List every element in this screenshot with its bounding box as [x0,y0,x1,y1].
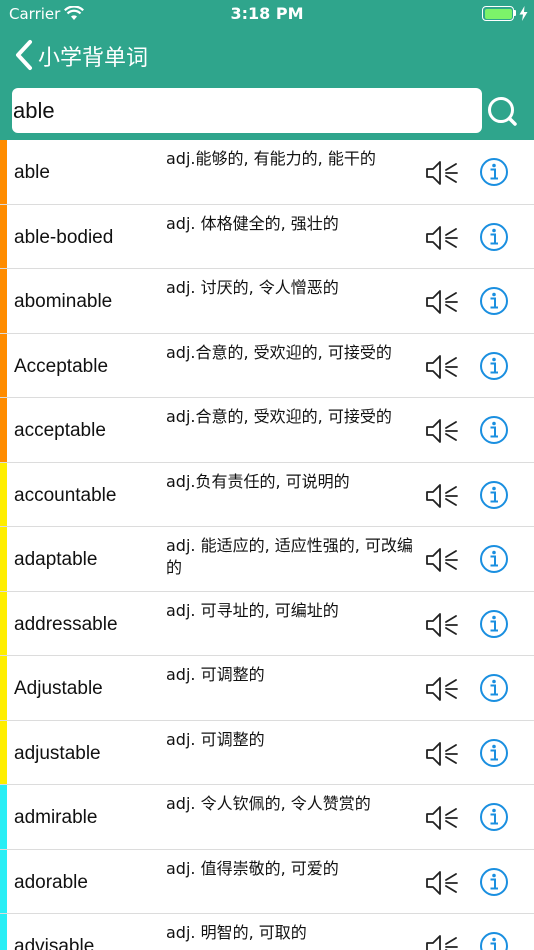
level-stripe [0,333,7,397]
info-icon[interactable] [479,351,509,381]
battery-tip [514,10,516,16]
word-meaning: adj. 可寻址的, 可编址的 [166,600,339,620]
level-stripe [0,140,7,204]
word-row[interactable]: able-bodied adj. 体格健全的, 强壮的 [0,204,534,269]
word-label: admirable [14,807,98,828]
word-row[interactable]: Adjustable adj. 可调整的 [0,656,534,721]
word-label: adaptable [14,549,98,570]
word-label: abominable [14,291,113,312]
word-label: addressable [14,613,118,635]
word-meaning: adj.合意的, 受欢迎的, 可接受的 [166,342,392,362]
word-meaning: adj.能够的, 有能力的, 能干的 [166,149,376,168]
search-input[interactable] [12,88,482,133]
info-icon[interactable] [479,415,509,445]
speaker-icon[interactable] [425,868,459,898]
word-meaning: adj. 体格健全的, 强壮的 [166,213,339,233]
word-meaning: adj. 可调整的 [166,665,265,684]
word-label: advisable [14,936,95,950]
word-row[interactable]: acceptable adj.合意的, 受欢迎的, 可接受的 [0,398,534,463]
word-row[interactable]: admirable adj. 令人钦佩的, 令人赞赏的 [0,785,534,850]
info-icon[interactable] [479,157,509,187]
word-label: acceptable [14,420,106,441]
word-label: able-bodied [14,226,114,248]
level-stripe [0,462,7,526]
speaker-icon[interactable] [425,287,459,317]
speaker-icon[interactable] [425,416,459,446]
info-icon[interactable] [479,286,509,316]
word-row[interactable]: advisable adj. 明智的, 可取的 [0,914,534,950]
search-icon[interactable] [482,88,526,134]
word-label: adorable [14,871,88,893]
page-title: 小学背单词 [38,46,149,71]
info-icon[interactable] [479,544,509,574]
speaker-icon[interactable] [425,481,459,511]
info-icon[interactable] [479,738,509,768]
level-stripe [0,785,7,849]
word-row[interactable]: adorable adj. 值得崇敬的, 可爱的 [0,849,534,914]
word-label: Acceptable [14,355,109,377]
nav-bar: 小学背单词 [0,30,534,82]
level-stripe [0,527,7,591]
level-stripe [0,204,7,268]
speaker-icon[interactable] [425,739,459,769]
word-label: accountable [14,484,117,506]
clock: 3:18 PM [230,4,304,23]
info-icon[interactable] [479,609,509,639]
speaker-icon[interactable] [425,223,459,253]
word-meaning: adj.负有责任的, 可说明的 [166,471,350,491]
info-icon[interactable] [479,867,509,897]
word-meaning: adj. 讨厌的, 令人憎恶的 [166,278,339,297]
info-icon[interactable] [479,480,509,510]
search-bar [0,82,534,140]
info-icon[interactable] [479,222,509,252]
chevron-left-icon[interactable] [12,38,38,72]
speaker-icon[interactable] [425,803,459,833]
status-bar: Carrier 3:18 PM [0,0,534,30]
speaker-icon[interactable] [425,158,459,188]
word-row[interactable]: able adj.能够的, 有能力的, 能干的 [0,140,534,205]
word-row[interactable]: adjustable adj. 可调整的 [0,720,534,785]
info-icon[interactable] [479,931,509,950]
speaker-icon[interactable] [425,932,459,950]
word-label: adjustable [14,742,101,764]
word-row[interactable]: Acceptable adj.合意的, 受欢迎的, 可接受的 [0,333,534,398]
level-stripe [0,849,7,913]
word-list: able adj.能够的, 有能力的, 能干的 able-bodied adj.… [0,140,534,950]
level-stripe [0,914,7,950]
word-meaning: adj. 能适应的, 适应性强的, 可改编的 [166,536,413,577]
speaker-icon[interactable] [425,545,459,575]
level-stripe [0,398,7,462]
word-meaning: adj. 可调整的 [166,729,265,749]
word-label: Adjustable [14,678,103,699]
word-row[interactable]: accountable adj.负有责任的, 可说明的 [0,462,534,527]
speaker-icon[interactable] [425,674,459,704]
word-meaning: adj. 令人钦佩的, 令人赞赏的 [166,794,371,813]
word-meaning: adj. 明智的, 可取的 [166,923,307,942]
word-row[interactable]: adaptable adj. 能适应的, 适应性强的, 可改编的 [0,527,534,592]
battery-level [484,8,512,19]
word-label: able [14,162,50,183]
level-stripe [0,269,7,333]
speaker-icon[interactable] [425,610,459,640]
level-stripe [0,720,7,784]
battery-icon [482,6,514,21]
speaker-icon[interactable] [425,352,459,382]
level-stripe [0,591,7,655]
charging-bolt-icon [519,6,528,21]
level-stripe [0,656,7,720]
word-row[interactable]: addressable adj. 可寻址的, 可编址的 [0,591,534,656]
word-meaning: adj. 值得崇敬的, 可爱的 [166,858,339,878]
word-row[interactable]: abominable adj. 讨厌的, 令人憎恶的 [0,269,534,334]
info-icon[interactable] [479,673,509,703]
info-icon[interactable] [479,802,509,832]
word-meaning: adj.合意的, 受欢迎的, 可接受的 [166,407,392,426]
